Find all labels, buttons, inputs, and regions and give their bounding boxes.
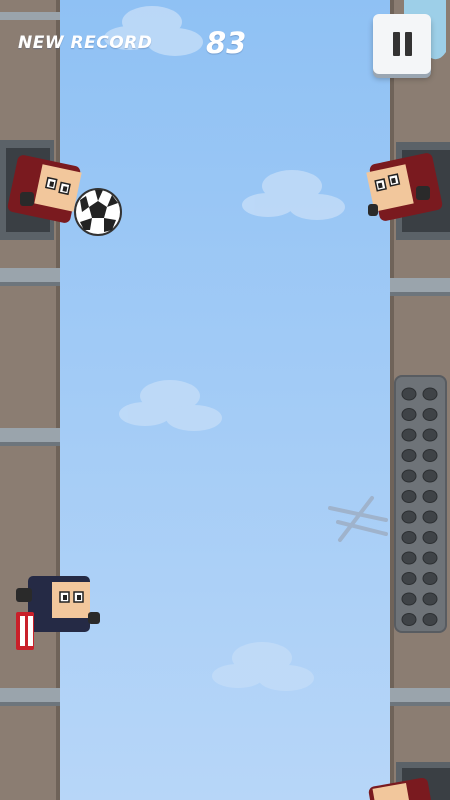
spike-stud	[401, 428, 417, 442]
spike-stud	[422, 490, 438, 503]
spike-stud	[422, 551, 438, 565]
spike-stud	[422, 449, 438, 462]
new-record-label: NEW RECORD	[18, 33, 153, 53]
spike-stud	[401, 469, 417, 483]
left-building-wall	[0, 0, 60, 800]
spike-stud	[422, 613, 438, 626]
spike-stud	[422, 428, 438, 442]
spike-stud	[401, 592, 417, 606]
pause-icon-bar	[393, 32, 400, 56]
spike-stud	[401, 531, 417, 544]
spike-stud	[401, 572, 417, 585]
spike-stud	[422, 510, 438, 524]
spike-stud	[422, 408, 438, 421]
spike-panel-hazard	[394, 375, 447, 633]
spike-stud	[401, 449, 417, 462]
spike-stud	[401, 408, 417, 421]
spike-stud	[422, 531, 438, 544]
spike-stud	[422, 572, 438, 585]
spike-stud	[422, 469, 438, 483]
spike-stud	[401, 551, 417, 565]
spike-stud	[422, 387, 438, 401]
pause-button[interactable]	[373, 14, 431, 74]
game-scene	[0, 0, 450, 800]
score-counter: 83	[206, 26, 247, 60]
spike-stud	[401, 613, 417, 626]
soccer-ball	[74, 188, 122, 236]
spike-stud	[422, 592, 438, 606]
spike-stud	[401, 490, 417, 503]
pause-icon-bar	[405, 32, 412, 56]
spike-stud	[401, 387, 417, 401]
spike-stud	[401, 510, 417, 524]
